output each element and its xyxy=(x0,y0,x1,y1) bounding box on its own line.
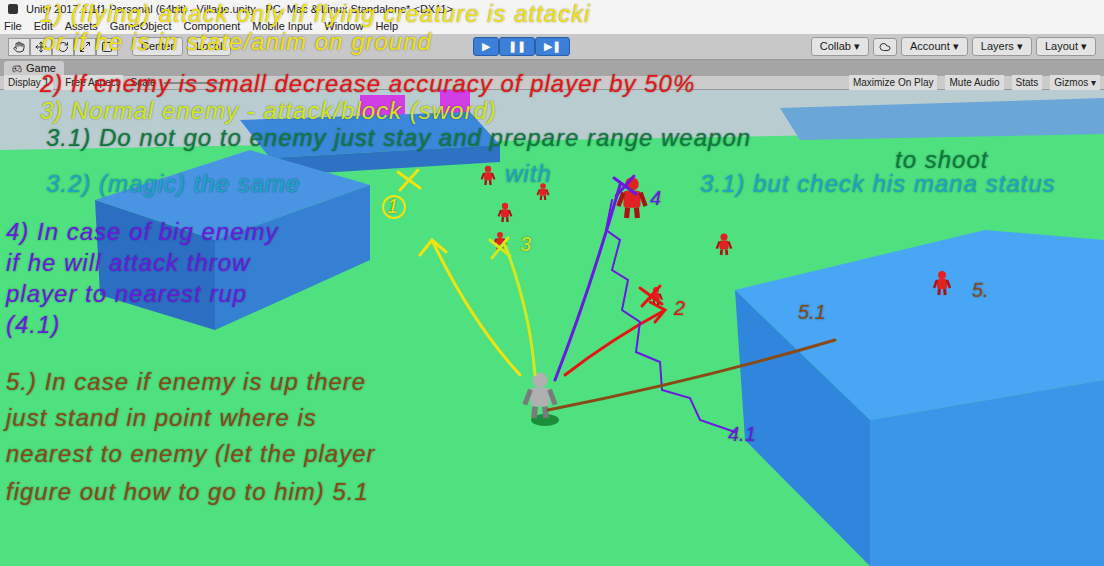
character-figure xyxy=(499,203,512,222)
character-figure xyxy=(717,233,731,255)
annotation-text: to shoot xyxy=(895,146,988,174)
step-button[interactable]: ▶❚ xyxy=(535,37,570,56)
game-icon xyxy=(12,64,22,74)
play-controls: ▶❚❚▶❚ xyxy=(473,37,570,56)
annotation-marker: 5. xyxy=(972,278,989,302)
game-option-toggle[interactable]: Maximize On Play xyxy=(849,75,938,90)
annotation-marker: 4 xyxy=(650,186,661,210)
character-figure xyxy=(934,271,950,295)
annotation-text: with xyxy=(505,160,552,188)
annotation-text: just stand in point where is xyxy=(6,404,317,432)
tool-button[interactable] xyxy=(8,38,30,56)
character-figure xyxy=(482,166,495,185)
annotation-text: or if he is in state/anim on ground xyxy=(42,28,432,56)
character-figure xyxy=(525,372,555,418)
annotation-marker: 1 xyxy=(387,194,398,218)
annotation-text: 3.1) but check his mana status xyxy=(700,170,1056,198)
annotation-text: (4.1) xyxy=(6,311,60,339)
annotation-text: figure out how to go to him) 5.1 xyxy=(6,478,369,506)
game-option-toggle[interactable]: Mute Audio xyxy=(945,75,1003,90)
annotation-marker: 5.1 xyxy=(798,300,826,324)
annotation-marker: 4.1 xyxy=(728,422,756,446)
play-button[interactable]: ▶ xyxy=(473,37,499,56)
collab-button[interactable]: Collab ▾ xyxy=(811,37,869,56)
annotation-marker: 3 xyxy=(520,232,531,256)
annotation-text: 3.1) Do not go to enemy just stay and pr… xyxy=(46,124,751,152)
annotation-marker: 2 xyxy=(674,296,685,320)
pause-button[interactable]: ❚❚ xyxy=(499,37,535,56)
menu-item[interactable]: File xyxy=(4,18,22,35)
annotation-text: 5.) In case if enemy is up there xyxy=(6,368,366,396)
cloud-button[interactable] xyxy=(873,38,897,56)
annotation-text: nearest to enemy (let the player xyxy=(6,440,376,468)
game-option-toggle[interactable]: Stats xyxy=(1012,75,1043,90)
layout-button[interactable]: Layout ▾ xyxy=(1036,37,1096,56)
annotation-text: player to nearest rup xyxy=(6,280,247,308)
game-option-toggle[interactable]: Gizmos ▾ xyxy=(1050,75,1100,90)
account-button[interactable]: Account ▾ xyxy=(901,37,968,56)
unity-editor: Unity 2017.1.1f1 Personal (64bit) - Vill… xyxy=(0,0,1104,566)
layers-button[interactable]: Layers ▾ xyxy=(972,37,1032,56)
tool-icon xyxy=(13,41,25,53)
annotation-text: if he will attack throw xyxy=(6,249,250,277)
annotation-text: 3) Normal enemy - attack/block (sword) xyxy=(40,97,497,125)
cloud-icon xyxy=(879,41,891,53)
annotation-text: 4) In case of big enemy xyxy=(6,218,278,246)
annotation-text: 3.2) (magic) the same xyxy=(46,170,300,198)
annotation-text: 1) (flying) attack only if flying creatu… xyxy=(40,0,591,28)
annotation-text: 2) If enemy is small decrease accuracy o… xyxy=(40,70,695,98)
unity-icon xyxy=(8,4,18,14)
